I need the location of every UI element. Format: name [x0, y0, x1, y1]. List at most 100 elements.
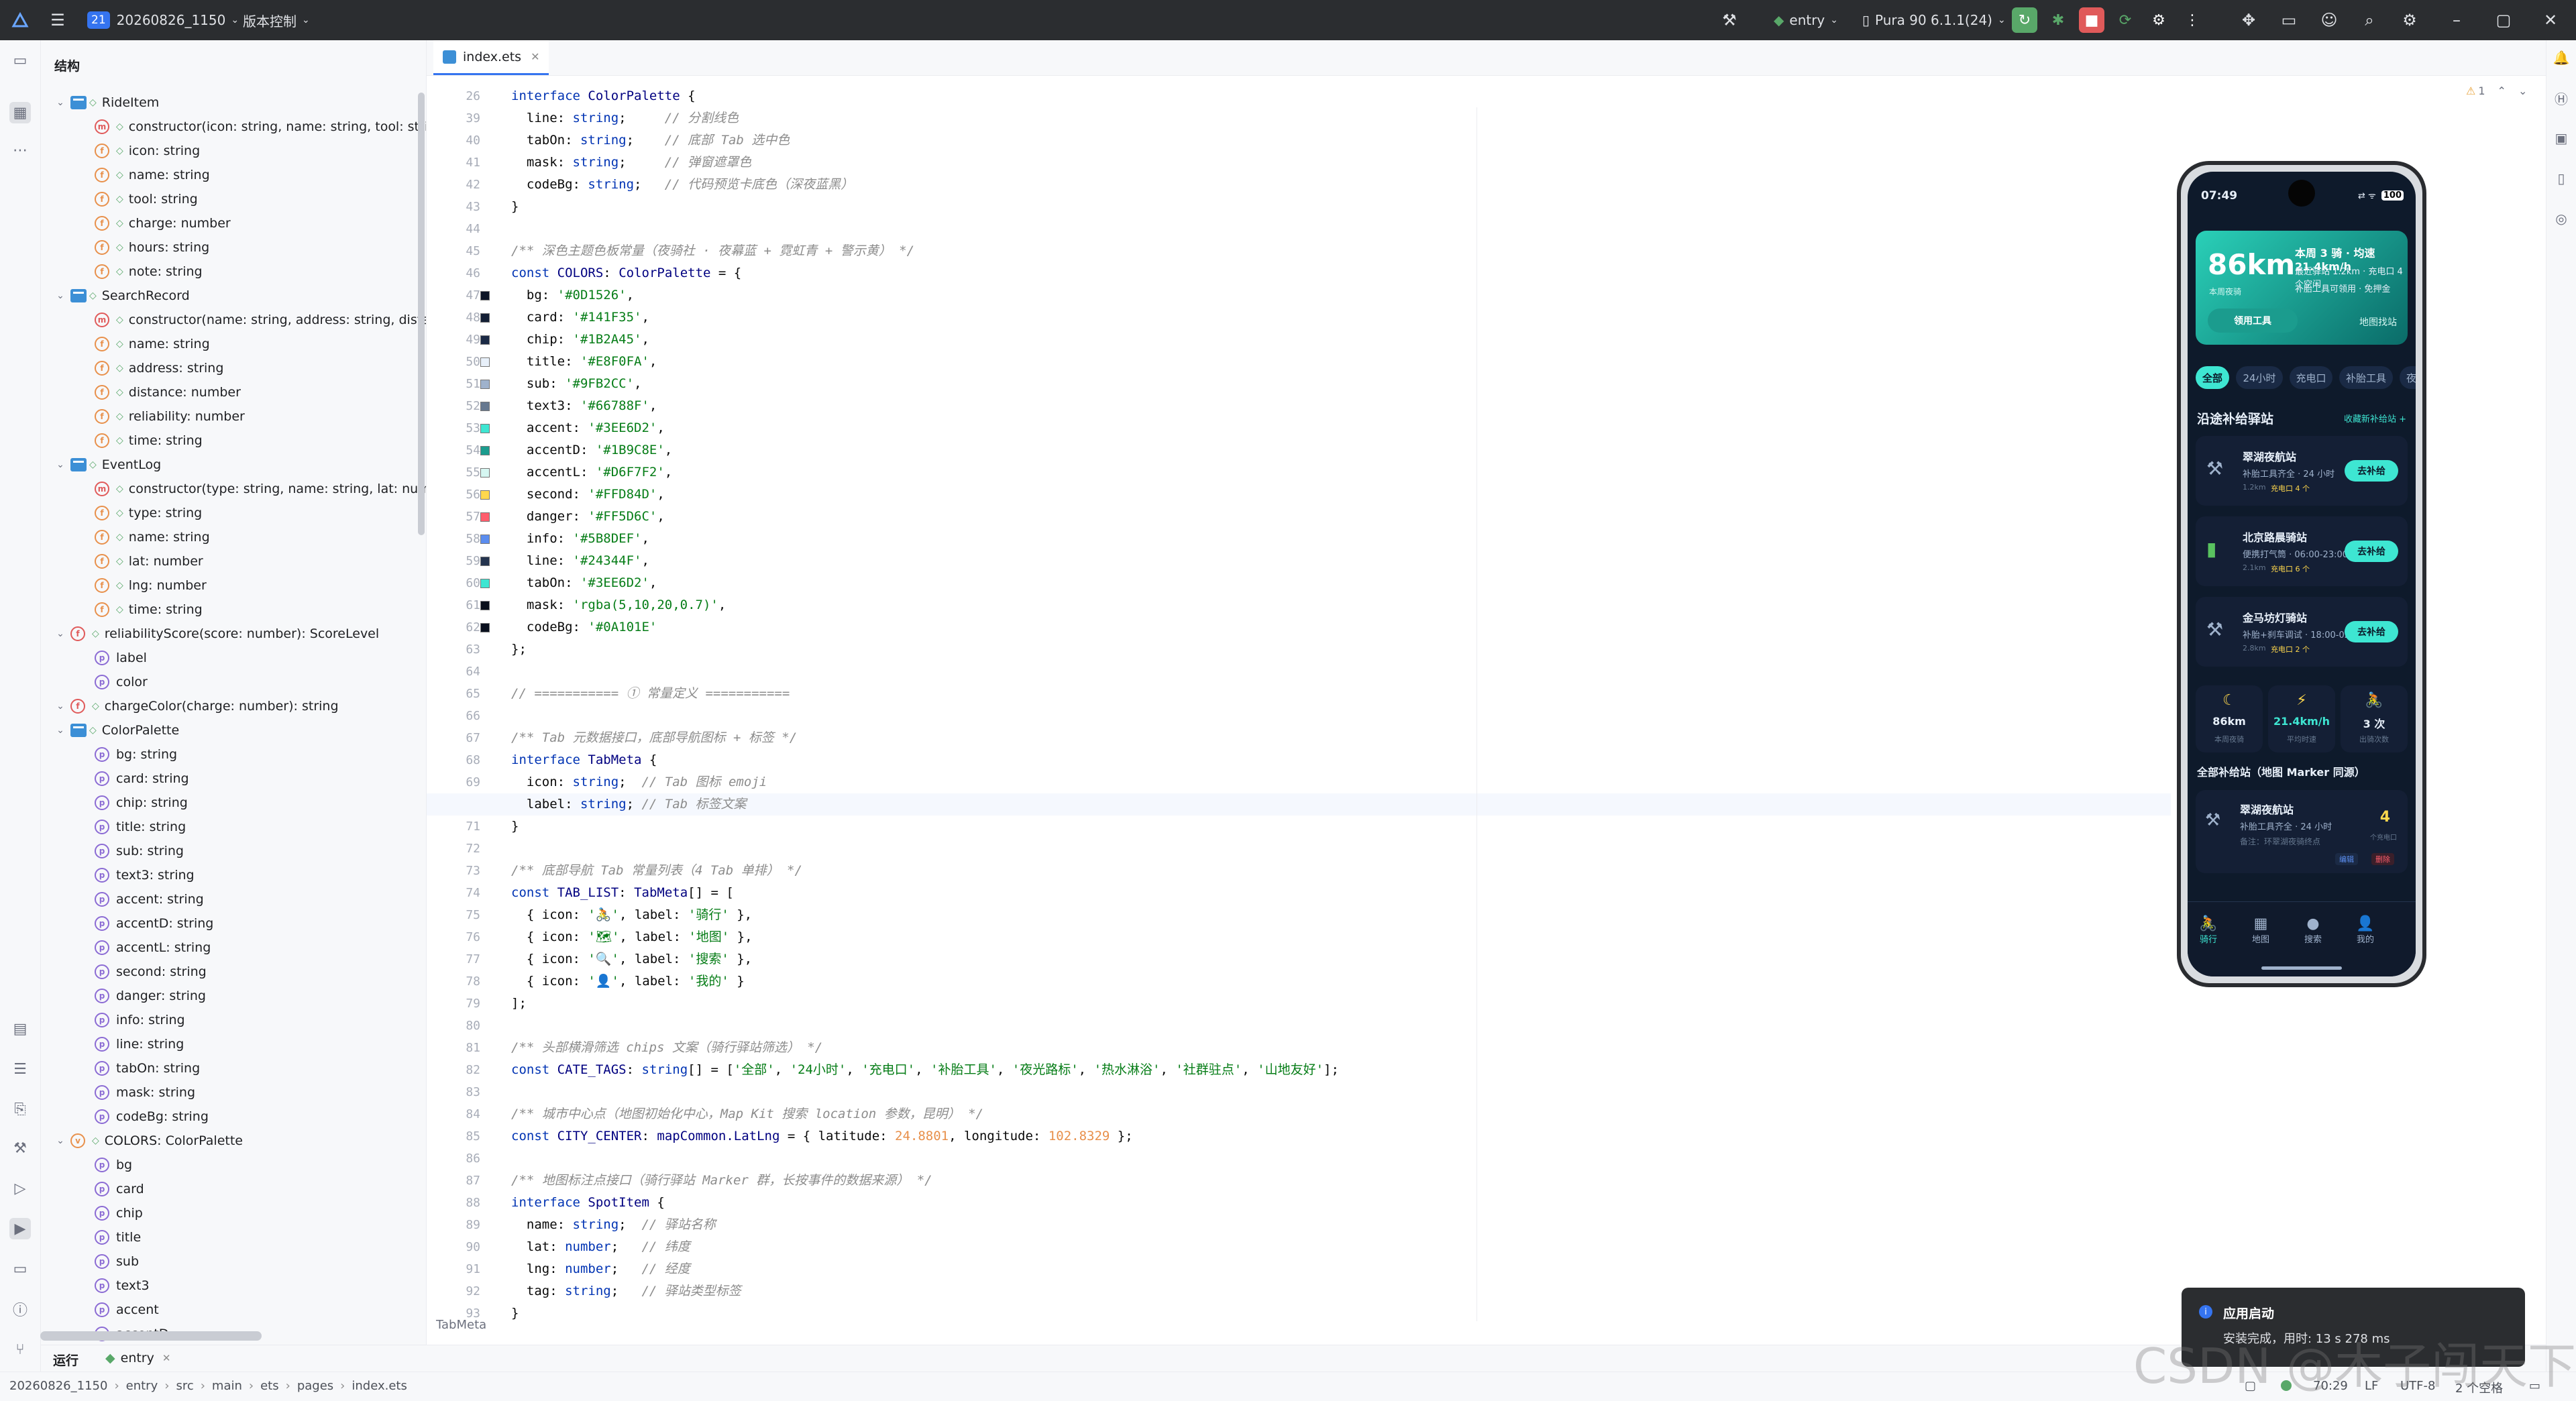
filter-chip[interactable]: 夜光路标	[2400, 366, 2416, 389]
structure-item[interactable]: p sub	[95, 1249, 139, 1274]
todo-icon[interactable]: ☰	[9, 1058, 31, 1080]
structure-item[interactable]: p title	[95, 1225, 141, 1249]
notifications-bell-icon[interactable]: 🔔	[2551, 47, 2572, 68]
folder-icon[interactable]: ▭	[2278, 9, 2300, 31]
go-supply-button[interactable]: 去补给	[2345, 621, 2398, 642]
code-line[interactable]: codeBg: '#0A101E'	[511, 616, 657, 638]
editor-breadcrumb[interactable]: TabMeta	[436, 1318, 486, 1332]
build-hammer-icon[interactable]: ⚒	[1719, 9, 1740, 31]
structure-item[interactable]: p chip: string	[95, 791, 188, 815]
claim-tool-button[interactable]: 领用工具	[2208, 309, 2298, 333]
filter-chip[interactable]: 全部	[2196, 366, 2229, 389]
color-swatch[interactable]	[480, 380, 490, 389]
code-line[interactable]: // =========== ① 常量定义 ===========	[511, 683, 790, 705]
color-swatch[interactable]	[480, 512, 490, 522]
station-detail-card[interactable]: ⚒ 翠湖夜航站 补胎工具齐全 · 24 小时 备注：环翠湖夜骑终点 4 个充电口…	[2196, 790, 2408, 873]
code-line[interactable]: tag: string; // 驿站类型标签	[511, 1280, 741, 1302]
chevron-down-icon[interactable]: ⌄	[54, 459, 66, 470]
color-swatch[interactable]	[480, 535, 490, 544]
structure-item[interactable]: p color	[95, 670, 148, 694]
color-swatch[interactable]	[480, 357, 490, 367]
go-supply-button[interactable]: 去补给	[2345, 460, 2398, 482]
code-line[interactable]: { icon: '🗺', label: '地图' },	[511, 926, 753, 948]
filter-chip[interactable]: 补胎工具	[2339, 366, 2393, 389]
project-selector[interactable]: 21 20260826_1150 ⌄	[87, 0, 239, 40]
station-card[interactable]: ⚒ 金马坊灯骑站 补胎+刹车调试 · 18:00-02:00 2.8km 充电口 2 个…	[2196, 597, 2408, 667]
vertical-scrollbar[interactable]	[418, 93, 425, 535]
code-line[interactable]: interface TabMeta {	[511, 749, 657, 771]
run-config-tab[interactable]: ◆ entry ✕	[105, 1351, 170, 1365]
console-icon[interactable]: ▭	[9, 1258, 31, 1280]
code-line[interactable]: mask: 'rgba(5,10,20,0.7)',	[511, 594, 726, 616]
device-selector[interactable]: ▯ Pura 90 6.1.1(24) ⌄	[1862, 0, 2006, 40]
go-supply-button[interactable]: 去补给	[2345, 541, 2398, 562]
terminal-icon[interactable]: ▤	[9, 1018, 31, 1040]
code-line[interactable]: const CATE_TAGS: string[] = ['全部', '24小时…	[511, 1059, 1339, 1081]
color-swatch[interactable]	[480, 402, 490, 411]
code-line[interactable]: bg: '#0D1526',	[511, 284, 634, 306]
breadcrumb-item[interactable]: main	[212, 1379, 242, 1393]
color-swatch[interactable]	[480, 623, 490, 632]
code-line[interactable]: const CITY_CENTER: mapCommon.LatLng = { …	[511, 1125, 1133, 1147]
structure-item[interactable]: p card	[95, 1177, 144, 1201]
structure-item[interactable]: p second: string	[95, 960, 207, 984]
code-line[interactable]: accentD: '#1B9C8E',	[511, 439, 672, 461]
code-line[interactable]: const COLORS: ColorPalette = {	[511, 262, 741, 284]
code-line[interactable]: lat: number; // 纬度	[511, 1236, 690, 1258]
code-line[interactable]: line: string; // 分割线色	[511, 107, 739, 129]
profiler-icon[interactable]: ⚙	[2146, 7, 2171, 33]
code-line[interactable]: accentL: '#D6F7F2',	[511, 461, 672, 484]
structure-icon[interactable]: ▦	[9, 102, 31, 123]
structure-item[interactable]: p accentL: string	[95, 936, 211, 960]
more-horizontal-icon[interactable]: ⋯	[9, 139, 31, 161]
color-swatch[interactable]	[480, 313, 490, 323]
previewer-icon[interactable]: ▣	[2551, 127, 2572, 149]
structure-item[interactable]: f ◇ hours: string	[95, 235, 209, 260]
close-tab-icon[interactable]: ✕	[531, 50, 539, 63]
device-manager-icon[interactable]: ✥	[2238, 9, 2259, 31]
module-selector[interactable]: ◆ entry ⌄	[1774, 0, 1838, 40]
code-line[interactable]: label: string; // Tab 标签文案	[511, 793, 747, 816]
run-icon[interactable]: ▶	[9, 1218, 31, 1239]
code-line[interactable]: lng: number; // 经度	[511, 1258, 690, 1280]
structure-item[interactable]: f ◇ lng: number	[95, 573, 207, 598]
structure-item[interactable]: ⌄ f ◇ reliabilityScore(score: number): Scor…	[54, 622, 379, 646]
code-line[interactable]: line: '#24344F',	[511, 550, 649, 572]
structure-item[interactable]: p bg: string	[95, 742, 177, 767]
code-line[interactable]: /** 头部横滑筛选 chips 文案（骑行驿站筛选） */	[511, 1037, 822, 1059]
filter-chip[interactable]: 24小时	[2236, 366, 2283, 389]
chevron-down-icon[interactable]: ⌄	[54, 97, 66, 108]
close-icon[interactable]: ✕	[2540, 9, 2561, 31]
bottom-tab-3[interactable]: 👤 我的	[2342, 915, 2389, 945]
code-line[interactable]: /** 深色主题色板常量（夜骑社 · 夜幕蓝 + 霓虹青 + 警示黄） */	[511, 240, 914, 262]
debug-bug-icon[interactable]: ✱	[2045, 7, 2071, 33]
code-line[interactable]: interface SpotItem {	[511, 1192, 665, 1214]
structure-item[interactable]: p mask: string	[95, 1080, 195, 1105]
code-line[interactable]: }	[511, 816, 519, 838]
structure-item[interactable]: f ◇ time: string	[95, 598, 203, 622]
structure-item[interactable]: m ◇ constructor(name: string, address: str…	[95, 308, 426, 332]
structure-item[interactable]: ⌄ ◇ SearchRecord	[54, 284, 190, 308]
structure-item[interactable]: p accent	[95, 1298, 159, 1322]
bottom-tab-2[interactable]: ● 搜索	[2290, 915, 2337, 945]
inspection-widget[interactable]: ⚠ 1 ⌃ ⌄	[2466, 85, 2527, 97]
breadcrumb-item[interactable]: src	[176, 1379, 193, 1393]
rerun-button[interactable]: ↻	[2012, 7, 2037, 33]
chevron-down-icon[interactable]: ⌄	[2518, 85, 2527, 97]
structure-item[interactable]: ⌄ v ◇ COLORS: ColorPalette	[54, 1129, 243, 1153]
breadcrumb-item[interactable]: index.ets	[352, 1379, 407, 1393]
color-swatch[interactable]	[480, 601, 490, 610]
code-line[interactable]: accent: '#3EE6D2',	[511, 417, 665, 439]
station-card[interactable]: ▮ 北京路晨骑站 便携打气筒 · 06:00-23:00 2.1km 充电口 6 个 去补…	[2196, 516, 2408, 586]
structure-item[interactable]: f ◇ note: string	[95, 260, 203, 284]
structure-item[interactable]: p tabOn: string	[95, 1056, 200, 1080]
git-branch-icon[interactable]: ⑂	[9, 1339, 31, 1360]
filter-chip[interactable]: 充电口	[2290, 366, 2332, 389]
problems-icon[interactable]: ⓘ	[9, 1298, 31, 1320]
device-file-icon[interactable]: ▯	[2551, 168, 2572, 189]
bottom-tab-0[interactable]: 🚴 骑行	[2188, 915, 2232, 945]
code-line[interactable]: interface ColorPalette {	[511, 85, 696, 107]
color-swatch[interactable]	[480, 291, 490, 300]
code-line[interactable]: icon: string; // Tab 图标 emoji	[511, 771, 767, 793]
code-line[interactable]: /** Tab 元数据接口，底部导航图标 + 标签 */	[511, 727, 797, 749]
